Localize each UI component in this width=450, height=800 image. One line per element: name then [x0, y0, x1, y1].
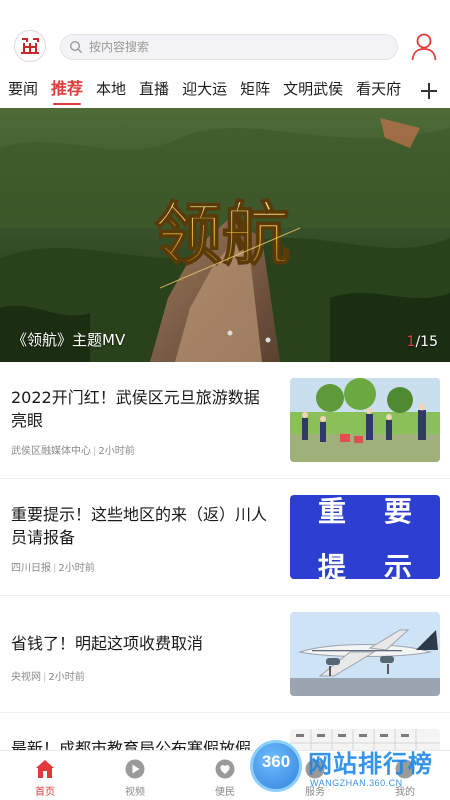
nav-label: 我的 — [395, 787, 415, 798]
tab-1[interactable]: 推荐 — [51, 74, 83, 108]
news-thumbnail — [290, 378, 440, 462]
banner-logo-text: 领航 — [154, 195, 290, 275]
service-icon — [305, 759, 325, 779]
news-meta: 武侯区融媒体中心 | 2小时前 — [11, 442, 135, 457]
nav-label: 服务 — [305, 787, 325, 798]
news-meta: 央视网 | 2小时前 — [11, 668, 85, 683]
search-icon — [69, 40, 83, 54]
search-bar[interactable] — [60, 34, 398, 60]
news-item[interactable]: 2022开门红！武侯区元旦旅游数据亮眼 武侯区融媒体中心 | 2小时前 — [0, 362, 450, 479]
tab-3[interactable]: 直播 — [139, 74, 169, 108]
search-input[interactable] — [89, 40, 389, 54]
bottom-nav: 首页 视频 便民 服务 我的 — [0, 750, 450, 800]
tab-row: 要闻 推荐 本地 直播 迎大运 矩阵 文明武侯 看天府 — [8, 74, 414, 108]
banner-carousel[interactable]: 领航 《领航》主题MV 1/15 — [0, 108, 450, 362]
banner-page-indicator: 1/15 — [407, 334, 438, 350]
nav-video[interactable]: 视频 — [90, 751, 180, 800]
thumb-char: 重 — [318, 495, 346, 528]
tab-7[interactable]: 看天府 — [356, 74, 401, 108]
news-time: 2小时前 — [98, 446, 135, 457]
header-bar — [0, 0, 450, 74]
nav-label: 便民 — [215, 787, 235, 798]
news-title: 2022开门红！武侯区元旦旅游数据亮眼 — [11, 388, 260, 430]
profile-icon — [395, 759, 415, 779]
nav-profile[interactable]: 我的 — [360, 751, 450, 800]
news-thumbnail: 重 要 提 示 — [290, 495, 440, 579]
news-source: 四川日报 — [11, 563, 51, 574]
tab-5[interactable]: 矩阵 — [240, 74, 270, 108]
nav-home[interactable]: 首页 — [0, 751, 90, 800]
meta-separator: | — [53, 563, 57, 574]
heart-icon — [215, 759, 235, 779]
banner-total: /15 — [415, 334, 438, 350]
news-time: 2小时前 — [48, 672, 85, 683]
user-icon[interactable] — [410, 32, 438, 62]
nav-label: 首页 — [35, 787, 55, 798]
news-meta: 四川日报 | 2小时前 — [11, 559, 95, 574]
tab-2[interactable]: 本地 — [96, 74, 126, 108]
add-channel-icon[interactable] — [418, 80, 440, 102]
app-logo-icon[interactable] — [14, 30, 46, 62]
news-time: 2小时前 — [58, 563, 95, 574]
news-list: 2022开门红！武侯区元旦旅游数据亮眼 武侯区融媒体中心 | 2小时前 重要提示！这… — [0, 362, 450, 800]
meta-separator: | — [93, 446, 97, 457]
meta-separator: | — [43, 672, 47, 683]
news-thumbnail — [290, 612, 440, 696]
home-icon — [36, 760, 54, 778]
nav-label: 视频 — [125, 787, 145, 798]
thumb-char: 示 — [384, 551, 412, 579]
news-item[interactable]: 重要提示！这些地区的来（返）川人员请报备 四川日报 | 2小时前 重 要 提 示 — [0, 479, 450, 596]
news-title: 重要提示！这些地区的来（返）川人员请报备 — [11, 505, 268, 547]
nav-services[interactable]: 便民 — [180, 751, 270, 800]
nav-service[interactable]: 服务 — [270, 751, 360, 800]
banner-caption: 《领航》主题MV — [12, 331, 126, 349]
news-item[interactable]: 省钱了！明起这项收费取消 央视网 | 2小时前 — [0, 596, 450, 713]
news-source: 央视网 — [11, 672, 41, 683]
thumb-char: 要 — [384, 495, 412, 528]
video-icon — [125, 759, 145, 779]
tab-4[interactable]: 迎大运 — [182, 74, 227, 108]
banner-image: 领航 — [0, 108, 450, 362]
news-title: 省钱了！明起这项收费取消 — [11, 634, 204, 653]
tab-0[interactable]: 要闻 — [8, 74, 38, 108]
news-source: 武侯区融媒体中心 — [11, 446, 91, 457]
tab-6[interactable]: 文明武侯 — [283, 74, 343, 108]
channel-tabs: 要闻 推荐 本地 直播 迎大运 矩阵 文明武侯 看天府 — [0, 74, 450, 108]
thumb-char: 提 — [318, 551, 347, 579]
